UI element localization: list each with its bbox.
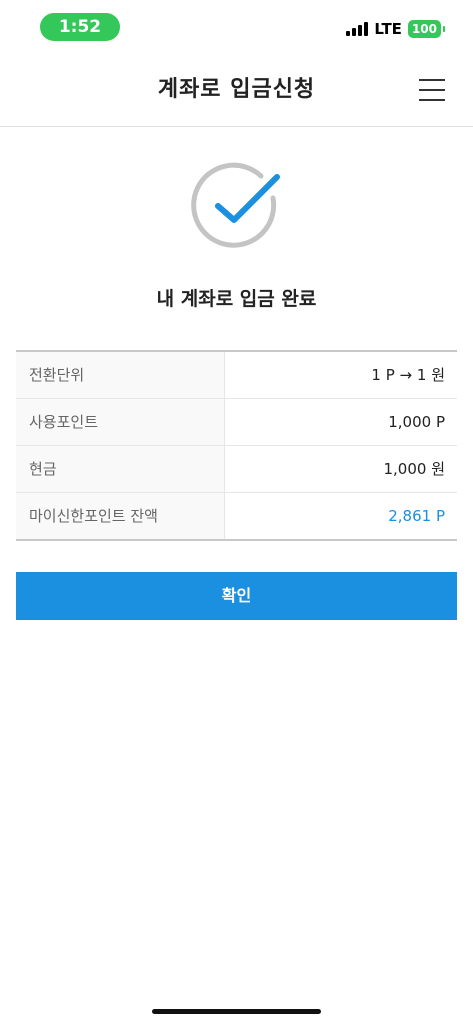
completion-message: 내 계좌로 입금 완료	[156, 288, 317, 310]
row-value-cash: 1,000 원	[383, 460, 445, 478]
table-row: 사용포인트 1,000 P	[16, 399, 457, 446]
row-label-point-balance: 마이신한포인트 잔액	[16, 493, 225, 539]
details-table: 전환단위 1 P → 1 원 사용포인트 1,000 P 현금 1,000 원 …	[16, 350, 457, 541]
status-time: 1:52	[40, 13, 120, 41]
confirm-button[interactable]: 확인	[16, 572, 457, 620]
table-row: 마이신한포인트 잔액 2,861 P	[16, 493, 457, 539]
hamburger-menu-icon[interactable]	[419, 79, 445, 101]
app-header: 계좌로 입금신청	[0, 54, 473, 127]
row-label-used-points: 사용포인트	[16, 399, 225, 445]
status-bar: 1:52 LTE 100	[0, 0, 473, 54]
battery-icon: 100	[407, 20, 446, 38]
check-circle-icon	[191, 162, 280, 248]
home-indicator[interactable]	[152, 1009, 321, 1014]
row-label-cash: 현금	[16, 446, 225, 492]
table-row: 현금 1,000 원	[16, 446, 457, 493]
row-label-conversion-unit: 전환단위	[16, 352, 225, 398]
signal-icon	[346, 22, 369, 36]
row-value-point-balance: 2,861 P	[388, 507, 445, 525]
table-row: 전환단위 1 P → 1 원	[16, 352, 457, 399]
page-title: 계좌로 입금신청	[157, 77, 316, 102]
status-indicators: LTE 100	[346, 20, 446, 38]
row-value-conversion-unit: 1 P → 1 원	[371, 366, 445, 384]
row-value-used-points: 1,000 P	[388, 413, 445, 431]
network-label: LTE	[374, 20, 402, 38]
